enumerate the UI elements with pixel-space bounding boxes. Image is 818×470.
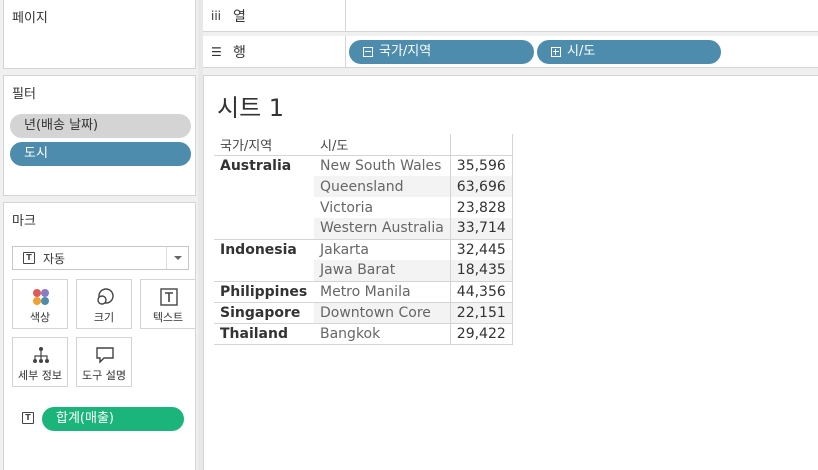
cell-value[interactable]: 35,596 — [449, 155, 513, 176]
row-pill-state-label: 시/도 — [567, 44, 596, 59]
color-icon — [33, 289, 49, 305]
cell-value[interactable]: 44,356 — [449, 281, 513, 303]
row-pill-country-label: 국가/지역 — [379, 44, 432, 59]
rows-shelf-title: 행 — [233, 45, 246, 61]
size-button-label: 크기 — [93, 311, 115, 324]
detail-button-label: 세부 정보 — [18, 369, 62, 382]
cell-value[interactable]: 18,435 — [449, 260, 513, 282]
columns-shelf-title: 열 — [233, 9, 246, 25]
cell-state[interactable]: New South Wales — [314, 155, 450, 176]
cell-state[interactable]: Downtown Core — [314, 302, 451, 324]
rows-shelf[interactable]: ☰ 행 국가/지역 시/도 — [203, 36, 818, 68]
crosstab-table: 국가/지역 시/도 Australia New South Wales 35,5… — [214, 134, 513, 345]
cell-value[interactable]: 29,422 — [449, 323, 513, 345]
cell-value[interactable]: 32,445 — [449, 239, 513, 260]
text-icon: T — [23, 252, 35, 264]
tooltip-icon — [96, 347, 114, 364]
table-row: Queensland 63,696 — [214, 176, 513, 197]
cell-value[interactable]: 63,696 — [449, 176, 513, 197]
measure-pill-sum-sales[interactable]: 합계(매출) — [42, 407, 184, 431]
mark-type-value: 자동 — [43, 252, 66, 266]
detail-button[interactable]: 세부 정보 — [12, 337, 68, 387]
header-value — [449, 134, 513, 156]
header-state[interactable]: 시/도 — [314, 134, 451, 156]
columns-icon: iii — [211, 9, 222, 23]
table-row: Thailand Bangkok 29,422 — [214, 323, 513, 345]
cell-state[interactable]: Jakarta — [314, 239, 450, 260]
rows-shelf-label: ☰ 행 — [203, 36, 346, 67]
tooltip-button[interactable]: 도구 설명 — [76, 337, 132, 387]
text-button[interactable]: 텍스트 — [140, 279, 196, 329]
filters-card[interactable]: 필터 년(배송 날짜) 도시 — [3, 75, 196, 196]
filters-title: 필터 — [12, 87, 36, 102]
pages-card[interactable]: 페이지 — [3, 0, 196, 69]
chevron-down-icon[interactable] — [166, 247, 188, 269]
color-button[interactable]: 색상 — [12, 279, 68, 329]
color-button-label: 색상 — [29, 311, 51, 324]
cell-state[interactable]: Metro Manila — [314, 281, 451, 303]
row-pill-country[interactable]: 국가/지역 — [349, 40, 534, 64]
expand-icon[interactable] — [551, 47, 561, 57]
table-header-row: 국가/지역 시/도 — [214, 134, 513, 156]
table-row: Australia New South Wales 35,596 — [214, 155, 513, 176]
cell-state[interactable]: Bangkok — [314, 323, 451, 345]
text-icon — [160, 288, 178, 306]
tooltip-button-label: 도구 설명 — [82, 369, 126, 382]
left-panel: 페이지 필터 년(배송 날짜) 도시 마크 T 자동 색상 크기 텍스트 세부 … — [0, 0, 198, 470]
cell-country[interactable]: Singapore — [214, 302, 314, 324]
cell-country[interactable]: Australia — [214, 155, 314, 176]
rows-icon: ☰ — [211, 45, 222, 59]
text-button-label: 텍스트 — [152, 311, 184, 324]
view-canvas: 시트 1 국가/지역 시/도 Australia New South Wales… — [203, 75, 818, 470]
cell-country[interactable]: Thailand — [214, 323, 314, 345]
cell-value[interactable]: 22,151 — [449, 302, 513, 324]
table-row: Western Australia 33,714 — [214, 218, 513, 240]
cell-state[interactable]: Victoria — [314, 197, 450, 218]
sheet-title: 시트 1 — [217, 94, 285, 122]
cell-country — [214, 218, 314, 240]
mark-type-select[interactable]: T 자동 — [12, 246, 189, 270]
table-row: Indonesia Jakarta 32,445 — [214, 239, 513, 260]
cell-country[interactable]: Indonesia — [214, 239, 314, 260]
detail-icon — [33, 347, 49, 363]
pages-title: 페이지 — [12, 11, 48, 26]
table-row: Jawa Barat 18,435 — [214, 260, 513, 282]
cell-value[interactable]: 33,714 — [449, 218, 513, 240]
collapse-icon[interactable] — [363, 47, 373, 57]
size-button[interactable]: 크기 — [76, 279, 132, 329]
table-row: Singapore Downtown Core 22,151 — [214, 302, 513, 324]
filter-pill-ship-year[interactable]: 년(배송 날짜) — [10, 114, 191, 138]
text-icon: T — [22, 412, 34, 424]
marks-title: 마크 — [12, 214, 36, 229]
marks-card: 마크 T 자동 색상 크기 텍스트 세부 정보 도구 설명 T 합계(매출) — [3, 202, 196, 470]
filter-pill-city[interactable]: 도시 — [10, 142, 191, 166]
header-country[interactable]: 국가/지역 — [214, 134, 314, 156]
cell-state[interactable]: Western Australia — [314, 218, 451, 240]
cell-country — [214, 260, 314, 282]
cell-value[interactable]: 23,828 — [449, 197, 513, 218]
size-icon — [97, 288, 114, 305]
cell-country — [214, 176, 314, 197]
table-row: Victoria 23,828 — [214, 197, 513, 218]
table-row: Philippines Metro Manila 44,356 — [214, 281, 513, 303]
cell-state[interactable]: Jawa Barat — [314, 260, 451, 282]
cell-state[interactable]: Queensland — [314, 176, 451, 197]
cell-country — [214, 197, 314, 218]
cell-country[interactable]: Philippines — [214, 281, 314, 303]
row-pill-state[interactable]: 시/도 — [537, 40, 721, 64]
columns-shelf[interactable]: iii 열 — [203, 0, 818, 32]
columns-shelf-label: iii 열 — [203, 0, 346, 31]
